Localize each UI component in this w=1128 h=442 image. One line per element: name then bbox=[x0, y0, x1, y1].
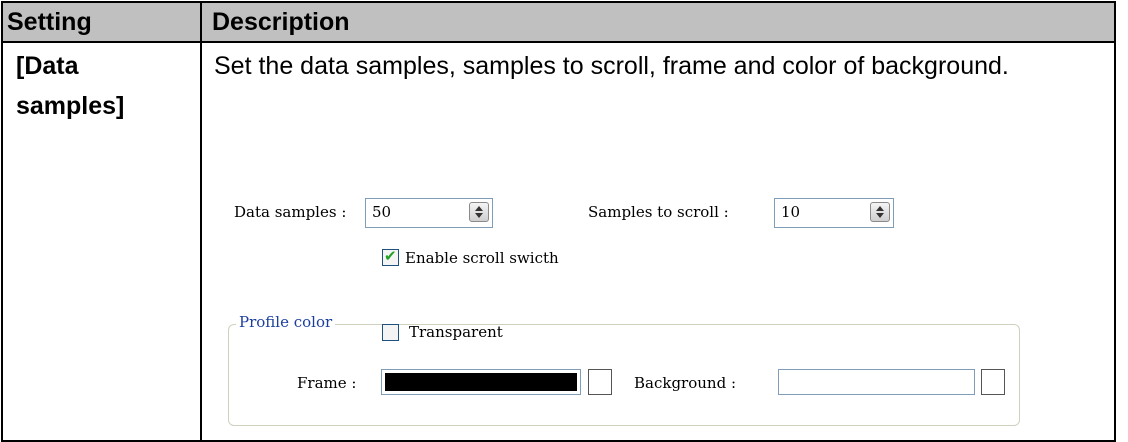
setting-cell: [Data samples] bbox=[1, 41, 202, 442]
data-samples-dialog: Data samples : 50 Samples to scroll : 10… bbox=[222, 179, 1028, 431]
header-row: Setting Description bbox=[1, 1, 1116, 43]
background-color-select[interactable] bbox=[778, 369, 975, 395]
data-samples-spin-icon[interactable] bbox=[469, 202, 489, 222]
profile-color-title: Profile color bbox=[236, 313, 336, 331]
samples-to-scroll-stepper[interactable]: 10 bbox=[774, 198, 894, 228]
setting-name-line: samples] bbox=[16, 92, 125, 120]
frame-dropdown-arrow-icon[interactable] bbox=[588, 369, 612, 395]
enable-scroll-checkbox[interactable] bbox=[382, 247, 399, 266]
samples-to-scroll-value: 10 bbox=[781, 203, 801, 221]
frame-color-swatch bbox=[385, 373, 577, 391]
data-samples-label: Data samples : bbox=[234, 203, 347, 221]
frame-color-select[interactable] bbox=[381, 369, 581, 395]
description-text: Set the data samples, samples to scroll,… bbox=[214, 52, 1009, 80]
background-color-swatch bbox=[782, 373, 971, 391]
header-setting: Setting bbox=[1, 1, 202, 43]
transparent-label: Transparent bbox=[409, 323, 503, 341]
samples-to-scroll-label: Samples to scroll : bbox=[588, 203, 729, 221]
data-samples-stepper[interactable]: 50 bbox=[365, 198, 493, 228]
header-description: Description bbox=[200, 1, 1116, 43]
enable-scroll-label: Enable scroll swicth bbox=[405, 249, 559, 267]
transparent-checkbox[interactable] bbox=[382, 324, 399, 341]
frame-label: Frame : bbox=[297, 374, 357, 392]
samples-to-scroll-spin-icon[interactable] bbox=[870, 202, 890, 222]
background-dropdown-arrow-icon[interactable] bbox=[981, 369, 1005, 395]
setting-name-line: [Data bbox=[16, 52, 79, 80]
data-samples-value: 50 bbox=[372, 203, 392, 221]
background-label: Background : bbox=[634, 374, 737, 392]
